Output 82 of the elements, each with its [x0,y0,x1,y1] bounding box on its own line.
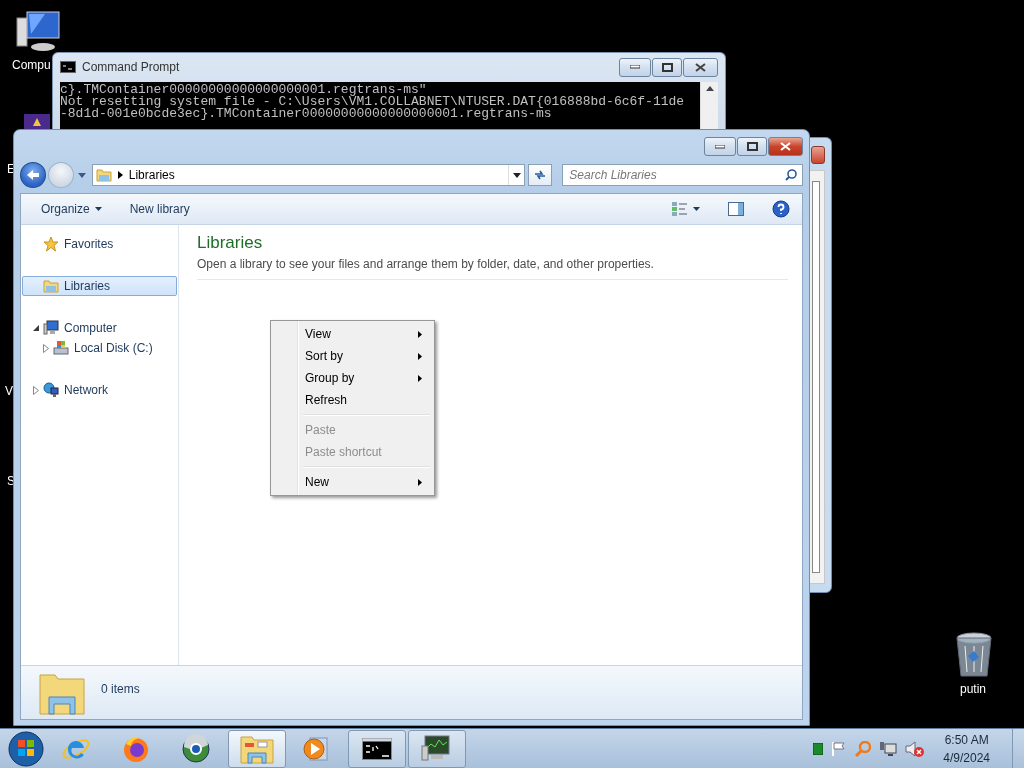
history-dropdown[interactable] [75,172,88,178]
terminal-icon [60,61,76,74]
folder-icon [95,167,112,183]
breadcrumb-arrow-icon [117,171,123,179]
expanded-arrow-icon [33,324,40,332]
scroll-up-icon [705,85,714,91]
magnifier-icon [855,740,872,757]
submenu-arrow-icon [418,374,422,382]
close-button[interactable] [768,137,803,156]
computer-icon [15,10,61,52]
page-heading: Libraries [197,233,264,253]
menu-item[interactable]: Sort by [273,345,432,367]
address-bar[interactable]: Libraries [91,164,526,186]
nav-item[interactable]: Favorites [22,234,177,254]
nav-item[interactable]: Libraries [22,276,177,296]
star-icon [43,236,59,252]
maximize-button[interactable] [737,137,767,156]
desktop-icon-label[interactable]: Compu [12,58,51,72]
submenu-arrow-icon [418,478,422,486]
console-line: c}.TMContainer00000000000000000001.regtrans-ms" [60,83,427,96]
address-text: Libraries [128,168,176,182]
caret-icon [693,207,700,211]
start-orb-icon [8,730,44,767]
caret-icon [77,172,86,178]
muted-speaker-icon [905,739,926,758]
minimize-icon [715,144,725,149]
taskbar-button[interactable] [408,729,466,768]
network-icon [879,740,898,757]
disk-drive-icon [53,340,69,356]
maximize-icon [746,142,758,151]
recycle-bin-icon [955,632,993,678]
view-list-icon [672,202,688,216]
close-button[interactable] [683,57,718,77]
menu-item[interactable]: View [273,323,432,345]
menu-item[interactable]: New [273,471,432,493]
maximize-button[interactable] [652,57,682,77]
search-field[interactable]: Search Libraries [562,164,803,186]
console-line: -8d1d-001e0bcde3ec}.TMContainer00000000000000000001.regtrans-ms [60,107,552,120]
nav-item[interactable]: Computer [22,318,177,338]
pane-icon [728,202,744,216]
network-icon [43,382,59,398]
nav-item[interactable]: Network [22,380,177,400]
globe-icon [181,733,211,764]
collapsed-arrow-icon [33,385,39,395]
menu-item[interactable]: Refresh [273,389,432,411]
collapsed-arrow-icon [43,343,49,353]
folder-icon [43,278,59,294]
submenu-arrow-icon [418,330,422,338]
toolbar-button[interactable]: Organize [37,200,106,218]
clock[interactable]: 6:50 AM 4/9/2024 [943,730,990,767]
window-title: Command Prompt [82,60,181,75]
menu-item[interactable]: Group by [273,367,432,389]
refresh-icon [533,169,548,181]
taskbar-button[interactable] [348,729,406,768]
page-description: Open a library to see your files and arrange them by folder, date, and other properties. [197,257,788,280]
help-icon [772,200,790,218]
close-icon [695,62,706,72]
terminal-icon [362,737,392,760]
toolbar-button[interactable]: New library [125,200,194,218]
back-arrow-icon [25,169,40,181]
submenu-arrow-icon [418,352,422,360]
app-icon [24,114,50,130]
monitor-icon [421,733,453,764]
clock-time: 6:50 AM [944,731,989,749]
minimize-icon [630,65,640,70]
close-button[interactable] [811,146,825,164]
refresh-button[interactable] [528,164,553,186]
start-button[interactable] [6,729,46,768]
item-count: 0 items [101,681,140,696]
flag-icon [831,740,848,757]
caret-icon [512,172,521,178]
maximize-icon [661,62,673,72]
console-line: Not resetting system file - C:\Users\VM1.COLLABNET\NTUSER.DAT{016888bd-6c6f-11de [60,95,686,108]
computer-icon [43,320,59,336]
back-button[interactable] [20,162,46,188]
search-icon [785,169,797,181]
nav-item[interactable]: Local Disk (C:) [22,338,177,358]
clock-date: 4/9/2024 [943,749,990,767]
caret-icon [94,207,102,211]
close-icon [780,142,791,151]
desktop-icon-label[interactable]: putin [960,682,987,696]
desktop-icon-label[interactable]: V [5,384,13,398]
